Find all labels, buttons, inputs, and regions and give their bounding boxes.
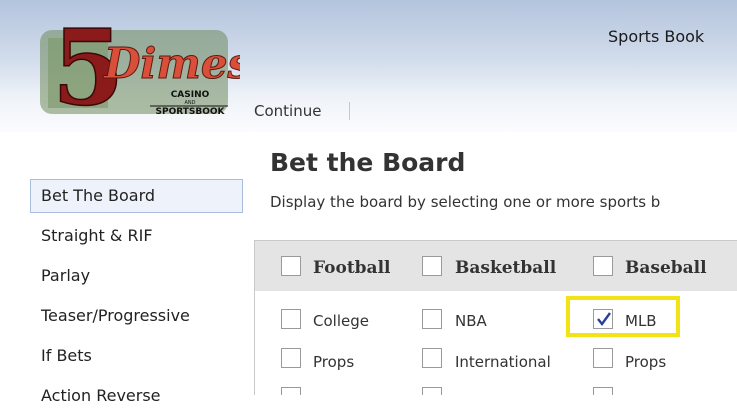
- page-title: Bet the Board: [270, 148, 466, 177]
- page-description: Display the board by selecting one or mo…: [270, 193, 661, 211]
- column-label-football: Football: [313, 258, 391, 278]
- sidebar-item-action-reverse[interactable]: Action Reverse: [30, 379, 243, 413]
- sidebar-item-if-bets[interactable]: If Bets: [30, 339, 243, 373]
- option-label-football-props: Props: [313, 353, 355, 371]
- sidebar-item-parlay[interactable]: Parlay: [30, 259, 243, 293]
- continue-link[interactable]: Continue: [254, 102, 321, 120]
- sidebar-item-bet-the-board[interactable]: Bet The Board: [30, 179, 243, 213]
- svg-text:AND: AND: [184, 100, 195, 106]
- mlb-highlight-box: [566, 296, 680, 337]
- sidebar-item-straight-rif[interactable]: Straight & RIF: [30, 219, 243, 253]
- nba-checkbox[interactable]: [422, 309, 442, 329]
- header: 5 Dimes CASINO AND SPORTSBOOK Sports Boo…: [0, 0, 737, 132]
- svg-text:SPORTSBOOK: SPORTSBOOK: [155, 107, 225, 117]
- baseball-checkbox[interactable]: [593, 256, 613, 276]
- option-label-baseball-props: Props: [625, 353, 667, 371]
- basketball-checkbox[interactable]: [422, 256, 442, 276]
- option-label-international: International: [455, 353, 551, 371]
- sports-book-link[interactable]: Sports Book: [608, 27, 704, 46]
- column-label-baseball: Baseball: [625, 258, 707, 278]
- sports-board: Football Basketball Baseball College NBA…: [254, 240, 737, 395]
- svg-text:Dimes: Dimes: [103, 39, 240, 88]
- international-checkbox[interactable]: [422, 348, 442, 368]
- option-label-college: College: [313, 312, 369, 330]
- column-label-basketball: Basketball: [455, 258, 557, 278]
- option-label-nba: NBA: [455, 312, 487, 330]
- logo-casino-text: CASINO: [171, 90, 210, 100]
- 5dimes-logo[interactable]: 5 Dimes CASINO AND SPORTSBOOK: [18, 8, 240, 124]
- nav-divider: [349, 102, 350, 120]
- football-props-checkbox[interactable]: [281, 348, 301, 368]
- baseball-props-checkbox[interactable]: [593, 348, 613, 368]
- sidebar-item-teaser-progressive[interactable]: Teaser/Progressive: [30, 299, 243, 333]
- college-checkbox[interactable]: [281, 309, 301, 329]
- football-checkbox[interactable]: [281, 256, 301, 276]
- sidebar: Bet The Board Straight & RIF Parlay Teas…: [30, 179, 243, 419]
